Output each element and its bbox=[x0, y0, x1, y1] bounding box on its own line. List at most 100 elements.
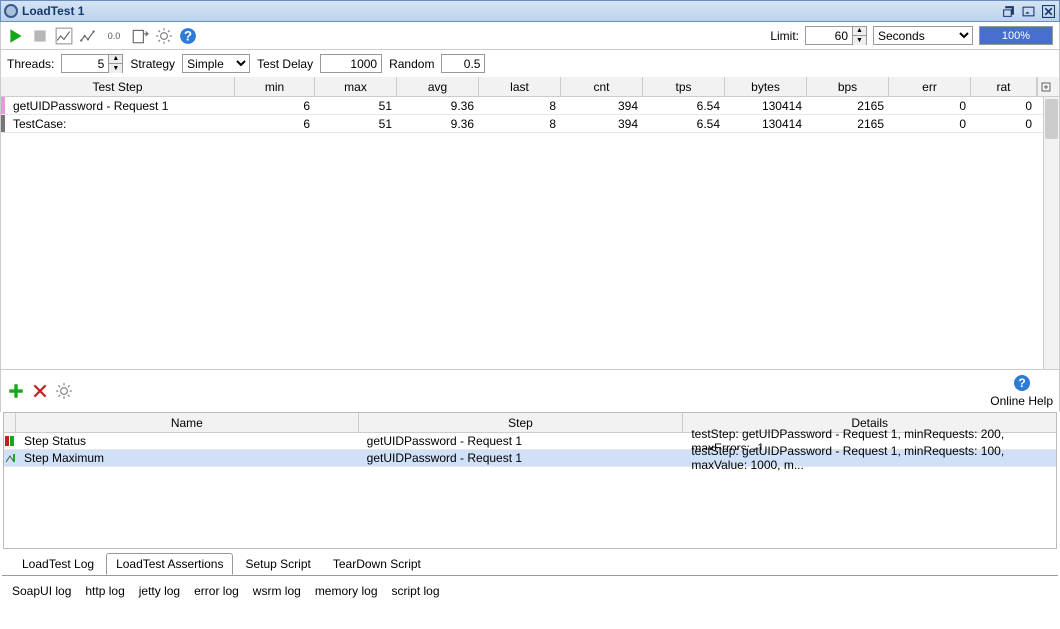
tab-loadtest-assertions[interactable]: LoadTest Assertions bbox=[106, 553, 233, 575]
svg-text:?: ? bbox=[1018, 376, 1025, 390]
online-help-label: Online Help bbox=[990, 394, 1053, 408]
tab-teardown-script[interactable]: TearDown Script bbox=[323, 553, 431, 575]
stats-row[interactable]: TestCase: 6 51 9.36 8 394 6.54 130414 21… bbox=[1, 115, 1059, 133]
limit-value[interactable] bbox=[806, 27, 852, 44]
strategy-bar: Threads: ▲▼ Strategy Simple Test Delay R… bbox=[0, 50, 1060, 77]
tab-setup-script[interactable]: Setup Script bbox=[235, 553, 320, 575]
cell-name: Step Status bbox=[16, 433, 359, 449]
row-handle-header bbox=[4, 413, 16, 432]
column-menu-icon[interactable] bbox=[1037, 77, 1053, 96]
limit-up[interactable]: ▲ bbox=[853, 27, 866, 36]
bottom-tabs: LoadTest Log LoadTest Assertions Setup S… bbox=[0, 549, 1060, 575]
add-assertion-button[interactable] bbox=[7, 382, 25, 400]
random-input[interactable] bbox=[441, 54, 485, 73]
col-rat[interactable]: rat bbox=[971, 77, 1037, 96]
limit-label: Limit: bbox=[770, 29, 799, 43]
titlebar: LoadTest 1 bbox=[0, 0, 1060, 22]
col-tps[interactable]: tps bbox=[643, 77, 725, 96]
cell-rat: 0 bbox=[971, 97, 1037, 114]
svg-text:?: ? bbox=[184, 28, 192, 43]
progress-bar: 100% bbox=[979, 26, 1053, 45]
col-bps[interactable]: bps bbox=[807, 77, 889, 96]
close-icon[interactable] bbox=[1040, 4, 1056, 18]
cell-max: 51 bbox=[315, 115, 397, 132]
log-bar: SoapUI log http log jetty log error log … bbox=[0, 576, 1060, 606]
limit-unit-select[interactable]: Seconds bbox=[873, 26, 973, 45]
cell-err: 0 bbox=[889, 97, 971, 114]
tab-loadtest-log[interactable]: LoadTest Log bbox=[12, 553, 104, 575]
strategy-label: Strategy bbox=[130, 57, 175, 71]
log-soapui[interactable]: SoapUI log bbox=[12, 584, 71, 598]
col-name[interactable]: Name bbox=[16, 413, 359, 432]
assertions-header: Name Step Details bbox=[4, 413, 1056, 433]
graph-icon[interactable] bbox=[79, 27, 97, 45]
log-http[interactable]: http log bbox=[85, 584, 124, 598]
main-toolbar: 0.0 ? Limit: ▲▼ Seconds 100% bbox=[0, 22, 1060, 50]
col-max[interactable]: max bbox=[315, 77, 397, 96]
statistics-icon[interactable] bbox=[55, 27, 73, 45]
strategy-select[interactable]: Simple bbox=[182, 54, 250, 73]
col-details[interactable]: Details bbox=[683, 413, 1056, 432]
export-icon[interactable] bbox=[131, 27, 149, 45]
threads-up[interactable]: ▲ bbox=[109, 55, 122, 64]
cell-name: Step Maximum bbox=[16, 450, 359, 466]
configure-assertion-button[interactable] bbox=[55, 382, 73, 400]
delay-label: Test Delay bbox=[257, 57, 313, 71]
stats-grid: Test Step min max avg last cnt tps bytes… bbox=[0, 77, 1060, 370]
cell-rat: 0 bbox=[971, 115, 1037, 132]
col-min[interactable]: min bbox=[235, 77, 315, 96]
stats-row[interactable]: getUIDPassword - Request 1 6 51 9.36 8 3… bbox=[1, 97, 1059, 115]
log-memory[interactable]: memory log bbox=[315, 584, 378, 598]
cell-max: 51 bbox=[315, 97, 397, 114]
cell-err: 0 bbox=[889, 115, 971, 132]
cell-step: getUIDPassword - Request 1 bbox=[359, 433, 684, 449]
assertion-toolbar: ? Online Help bbox=[0, 370, 1060, 412]
col-err[interactable]: err bbox=[889, 77, 971, 96]
window-title: LoadTest 1 bbox=[22, 4, 996, 18]
cell-bytes: 130414 bbox=[725, 115, 807, 132]
limit-input[interactable]: ▲▼ bbox=[805, 26, 867, 45]
log-script[interactable]: script log bbox=[392, 584, 440, 598]
threads-down[interactable]: ▼ bbox=[109, 64, 122, 73]
col-avg[interactable]: avg bbox=[397, 77, 479, 96]
threads-value[interactable] bbox=[62, 55, 108, 72]
assertions-grid: Name Step Details Step Status getUIDPass… bbox=[3, 412, 1057, 549]
cell-tps: 6.54 bbox=[643, 115, 725, 132]
cell-avg: 9.36 bbox=[397, 115, 479, 132]
threads-input[interactable]: ▲▼ bbox=[61, 54, 123, 73]
assertion-row[interactable]: Step Maximum getUIDPassword - Request 1 … bbox=[4, 450, 1056, 467]
help-icon[interactable]: ? bbox=[179, 27, 197, 45]
random-label: Random bbox=[389, 57, 434, 71]
cell-details: testStep: getUIDPassword - Request 1, mi… bbox=[683, 450, 1056, 466]
scroll-handle[interactable] bbox=[1045, 99, 1058, 139]
col-cnt[interactable]: cnt bbox=[561, 77, 643, 96]
cell-tps: 6.54 bbox=[643, 97, 725, 114]
minimize-icon[interactable] bbox=[1020, 4, 1036, 18]
vertical-scrollbar[interactable] bbox=[1043, 97, 1059, 369]
cell-cnt: 394 bbox=[561, 115, 643, 132]
run-button[interactable] bbox=[7, 27, 25, 45]
log-jetty[interactable]: jetty log bbox=[139, 584, 180, 598]
stop-button[interactable] bbox=[31, 27, 49, 45]
col-last[interactable]: last bbox=[479, 77, 561, 96]
log-wsrm[interactable]: wsrm log bbox=[253, 584, 301, 598]
app-icon bbox=[4, 4, 18, 18]
col-step[interactable]: Step bbox=[359, 413, 684, 432]
log-error[interactable]: error log bbox=[194, 584, 239, 598]
online-help[interactable]: ? Online Help bbox=[990, 374, 1053, 408]
restore-icon[interactable] bbox=[1000, 4, 1016, 18]
cell-min: 6 bbox=[235, 97, 315, 114]
col-bytes[interactable]: bytes bbox=[725, 77, 807, 96]
reset-icon[interactable]: 0.0 bbox=[103, 27, 125, 45]
delay-input[interactable] bbox=[320, 54, 382, 73]
cell-step: getUIDPassword - Request 1 bbox=[359, 450, 684, 466]
remove-assertion-button[interactable] bbox=[31, 382, 49, 400]
limit-down[interactable]: ▼ bbox=[853, 36, 866, 45]
cell-bytes: 130414 bbox=[725, 97, 807, 114]
cell-bps: 2165 bbox=[807, 115, 889, 132]
options-icon[interactable] bbox=[155, 27, 173, 45]
cell-last: 8 bbox=[479, 115, 561, 132]
cell-min: 6 bbox=[235, 115, 315, 132]
col-test-step[interactable]: Test Step bbox=[1, 77, 235, 96]
cell-step: TestCase: bbox=[5, 115, 235, 132]
